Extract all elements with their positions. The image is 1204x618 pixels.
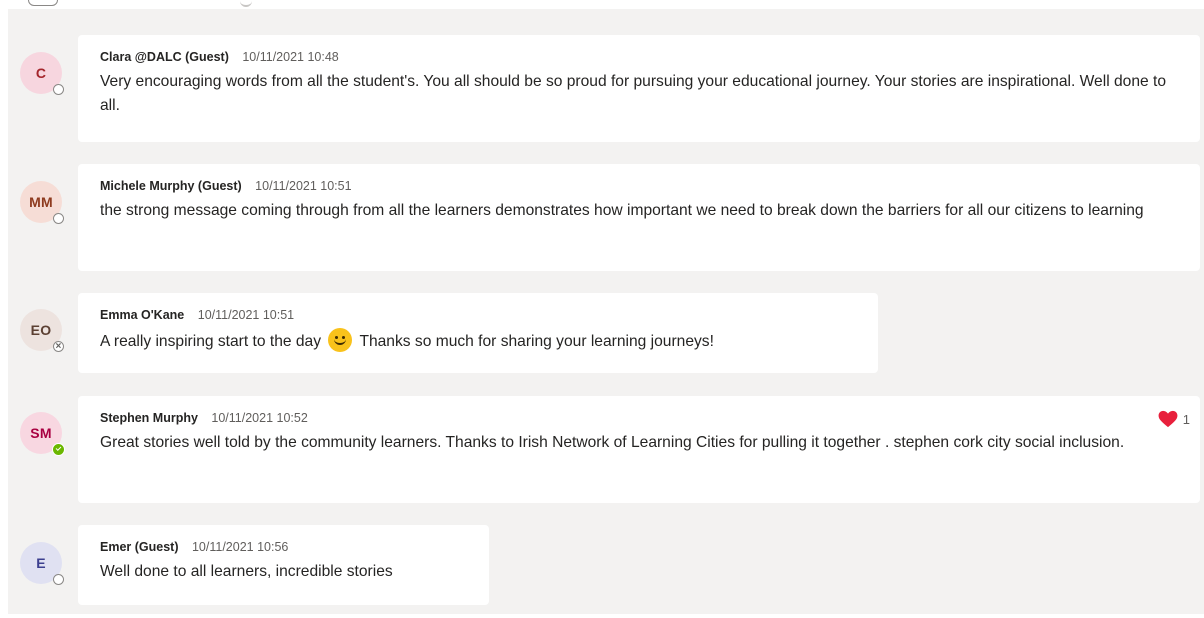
message-header: Stephen Murphy 10/11/2021 10:52 [100,410,1180,426]
message-timestamp: 10/11/2021 10:56 [191,540,289,554]
message-text-part: A really inspiring start to the day [100,333,322,350]
avatar[interactable]: SM [20,412,65,456]
avatar-initials: EO [30,322,52,338]
message-text: A really inspiring start to the day Than… [100,328,858,354]
message-bubble[interactable]: Emer (Guest) 10/11/2021 10:56 Well done … [78,525,489,605]
message-header: Clara @DALC (Guest) 10/11/2021 10:48 [100,49,1180,65]
message-text: Great stories well told by the community… [100,434,1125,451]
avatar-initials: SM [30,425,52,441]
avatar[interactable]: C [20,52,64,95]
heart-icon [1158,410,1178,428]
message-author[interactable]: Emer (Guest) [100,540,179,554]
avatar-initials: C [35,65,47,81]
message-bubble[interactable]: Michele Murphy (Guest) 10/11/2021 10:51 … [78,164,1200,271]
message-text-part: Thanks so much for sharing your learning… [359,333,714,350]
message-timestamp: 10/11/2021 10:52 [211,411,308,425]
message-text: Very encouraging words from all the stud… [100,73,1167,114]
message-author[interactable]: Emma O'Kane [100,308,184,322]
partial-text-fragment [240,0,252,7]
message-timestamp: 10/11/2021 10:48 [242,50,339,64]
avatar-initials: E [36,555,46,571]
message-timestamp: 10/11/2021 10:51 [255,179,352,193]
message-header: Emma O'Kane 10/11/2021 10:51 [100,307,858,323]
avatar[interactable]: E [20,542,64,585]
presence-unknown-icon [53,213,64,224]
message-author[interactable]: Stephen Murphy [100,411,198,425]
message-header: Michele Murphy (Guest) 10/11/2021 10:51 [100,178,1180,194]
bottom-edge [0,614,1204,618]
presence-offline-icon [53,341,64,352]
presence-unknown-icon [53,84,64,95]
presence-available-icon [52,443,65,456]
presence-unknown-icon [53,574,64,585]
message-header: Emer (Guest) 10/11/2021 10:56 [100,539,469,555]
reaction-button[interactable]: 1 [1157,410,1190,428]
message-text: Well done to all learners, incredible st… [100,563,393,580]
message-author[interactable]: Clara @DALC (Guest) [100,50,229,64]
top-partial-content [0,0,1204,9]
message-author[interactable]: Michele Murphy (Guest) [100,179,242,193]
avatar[interactable]: MM [20,181,64,224]
message-bubble[interactable]: Stephen Murphy 10/11/2021 10:52 Great st… [78,396,1200,503]
partial-icon [28,0,58,6]
smiling-face-icon [328,328,353,352]
message-timestamp: 10/11/2021 10:51 [197,308,295,322]
avatar-initials: MM [29,194,53,210]
reaction-count: 1 [1182,411,1190,427]
message-text: the strong message coming through from a… [100,202,1144,219]
left-edge [0,0,8,618]
message-bubble[interactable]: Emma O'Kane 10/11/2021 10:51 A really in… [78,293,878,373]
avatar[interactable]: EO [20,309,64,352]
message-bubble[interactable]: Clara @DALC (Guest) 10/11/2021 10:48 Ver… [78,35,1200,142]
